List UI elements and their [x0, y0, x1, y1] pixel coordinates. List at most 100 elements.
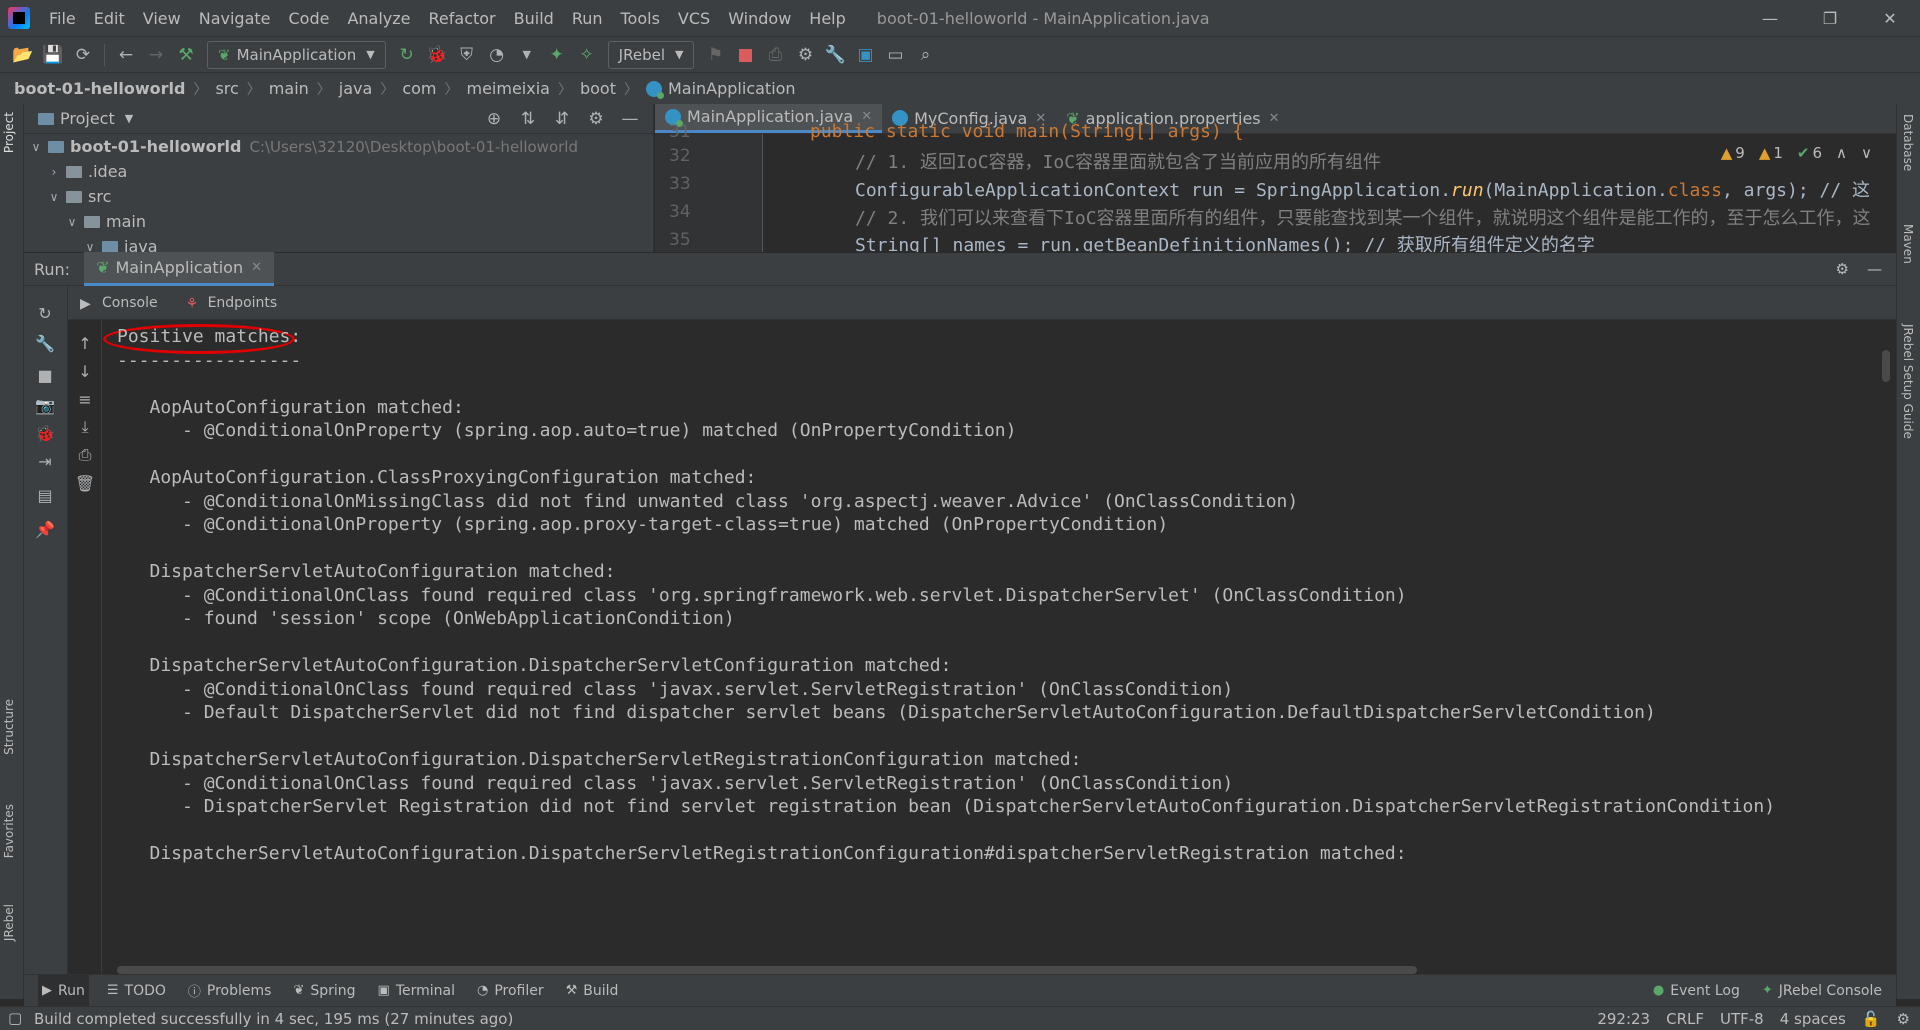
build-hammer-icon[interactable]: ⚒ [171, 40, 201, 70]
chevron-right-icon[interactable]: › [46, 165, 62, 179]
menu-file[interactable]: File [40, 0, 85, 36]
project-structure-icon[interactable]: ▣ [850, 40, 880, 70]
menu-vcs[interactable]: VCS [669, 0, 719, 36]
code-line-35[interactable]: String[] names = run.getBeanDefinitionNa… [855, 231, 1595, 252]
menu-navigate[interactable]: Navigate [190, 0, 280, 36]
event-log-button[interactable]: ● Event Log [1649, 975, 1744, 1007]
settings-wrench-icon[interactable]: 🔧 [820, 40, 850, 70]
exit-icon[interactable]: ⇥ [34, 450, 56, 472]
terminal-tool-button[interactable]: ▣ Terminal [374, 975, 459, 1007]
save-icon[interactable]: 💾 [38, 40, 68, 70]
indent-setting[interactable]: 4 spaces [1780, 1010, 1846, 1028]
breadcrumb-com[interactable]: com [402, 79, 436, 98]
project-panel-title[interactable]: Project [60, 109, 115, 128]
menu-window[interactable]: Window [719, 0, 800, 36]
jrebel-run-icon[interactable]: ✦ [542, 40, 572, 70]
close-window-button[interactable]: ✕ [1860, 0, 1920, 36]
breadcrumb-main[interactable]: main [269, 79, 309, 98]
menu-edit[interactable]: Edit [85, 0, 134, 36]
open-folder-icon[interactable]: 📂 [8, 40, 38, 70]
gear-icon[interactable]: ⚙ [1836, 260, 1849, 278]
run-tool-button[interactable]: ▶ Run [38, 974, 89, 1007]
inspection-widget[interactable]: ▲ 9 ▲ 1 ✔ 6 ∧ ∨ [1721, 144, 1872, 162]
print-icon[interactable]: ⎙ [74, 444, 96, 466]
tab-endpoints[interactable]: ⚘ Endpoints [186, 295, 278, 312]
chevron-down-icon[interactable]: ∨ [1861, 144, 1872, 162]
chevron-down-icon[interactable]: ∨ [46, 190, 62, 204]
back-arrow-icon[interactable]: ← [111, 40, 141, 70]
breadcrumb-boot[interactable]: boot [580, 79, 616, 98]
favorites-tool-button[interactable]: Favorites [2, 804, 16, 858]
line-separator[interactable]: CRLF [1666, 1010, 1704, 1028]
structure-tool-button[interactable]: Structure [2, 699, 16, 755]
forward-arrow-icon[interactable]: → [141, 40, 171, 70]
sync-icon[interactable]: ⟳ [68, 40, 98, 70]
spring-tool-button[interactable]: ❦ Spring [289, 975, 359, 1007]
tree-item-root[interactable]: ∨ boot-01-helloworld C:\Users\32120\Desk… [24, 134, 653, 159]
close-icon[interactable]: ✕ [251, 260, 262, 275]
stop-icon[interactable]: ■ [730, 40, 760, 70]
code-line-32[interactable]: // 1. 返回IoC容器，IoC容器里面就包含了当前应用的所有组件 [855, 148, 1381, 174]
camera-icon[interactable]: 📷 [34, 394, 56, 416]
debug-bug-icon[interactable]: 🐞 [422, 40, 452, 70]
terminal-window-icon[interactable]: ▭ [880, 40, 910, 70]
tab-console[interactable]: ▶ Console [80, 295, 158, 312]
build-tool-button[interactable]: ⚒ Build [562, 975, 623, 1007]
jrebel-update-icon[interactable]: ⚑ [700, 40, 730, 70]
stop-icon[interactable]: ■ [34, 364, 56, 386]
settings-wrench-icon[interactable]: 🔧 [34, 332, 56, 354]
horizontal-scrollbar[interactable] [117, 966, 1417, 974]
jrebel-select[interactable]: JRebel ▼ [607, 40, 695, 69]
file-encoding[interactable]: UTF-8 [1720, 1010, 1764, 1028]
toggle-tool-windows-icon[interactable]: ▢ [8, 1009, 22, 1027]
search-icon[interactable]: ⌕ [910, 40, 940, 70]
maven-tool-button[interactable]: Maven [1901, 224, 1915, 264]
soft-wrap-icon[interactable]: ≡ [74, 388, 96, 410]
menu-build[interactable]: Build [505, 0, 563, 36]
restore-button[interactable]: ❐ [1800, 0, 1860, 36]
minimize-button[interactable]: — [1740, 0, 1800, 36]
vertical-scrollbar[interactable] [1882, 350, 1890, 382]
attach-debugger-icon[interactable]: ⎙ [760, 40, 790, 70]
menu-refactor[interactable]: Refactor [420, 0, 505, 36]
database-tool-button[interactable]: Database [1901, 114, 1915, 171]
breadcrumb-src[interactable]: src [215, 79, 238, 98]
caret-position[interactable]: 292:23 [1597, 1010, 1650, 1028]
run-configuration-select[interactable]: ❦ MainApplication ▼ [207, 40, 386, 69]
code-line-33[interactable]: ConfigurableApplicationContext run = Spr… [855, 176, 1870, 202]
menu-analyze[interactable]: Analyze [338, 0, 419, 36]
code-line-34[interactable]: // 2. 我们可以来查看下IoC容器里面所有的组件，只要能查找到某一个组件，就… [855, 204, 1871, 230]
profiler-icon[interactable]: ◔ [482, 40, 512, 70]
menu-help[interactable]: Help [800, 0, 854, 36]
arrow-down-icon[interactable]: ↓ [74, 360, 96, 382]
jrebel-console-button[interactable]: ✦ JRebel Console [1758, 975, 1886, 1007]
close-icon[interactable]: ✕ [1269, 111, 1280, 126]
todo-tool-button[interactable]: ☰ TODO [103, 975, 170, 1007]
scroll-to-end-icon[interactable]: ⤓ [74, 416, 96, 438]
jrebel-tool-button[interactable]: JRebel [2, 904, 16, 941]
lock-icon[interactable]: 🔓 [1862, 1010, 1881, 1028]
breadcrumb-project[interactable]: boot-01-helloworld [14, 79, 185, 98]
chevron-down-icon[interactable]: ∨ [64, 215, 80, 229]
rerun-icon[interactable]: ↻ [34, 302, 56, 324]
chevron-down-icon[interactable]: ∨ [82, 240, 98, 253]
run-tab-mainapplication[interactable]: ❦ MainApplication ✕ [84, 252, 274, 286]
hide-panel-icon[interactable]: — [615, 104, 645, 134]
jrebel-debug-icon[interactable]: ✧ [572, 40, 602, 70]
arrow-up-icon[interactable]: ↑ [74, 332, 96, 354]
trash-icon[interactable]: 🗑 [74, 472, 96, 494]
chevron-up-icon[interactable]: ∧ [1836, 144, 1847, 162]
menu-run[interactable]: Run [563, 0, 612, 36]
chevron-down-icon[interactable]: ∨ [28, 140, 44, 154]
tree-item-src[interactable]: ∨ src [24, 184, 653, 209]
locate-target-icon[interactable]: ⊕ [479, 104, 509, 134]
breadcrumb-java[interactable]: java [339, 79, 373, 98]
collapse-all-icon[interactable]: ⇵ [547, 104, 577, 134]
jrebel-setup-guide-button[interactable]: JRebel Setup Guide [1901, 324, 1915, 439]
rerun-icon[interactable]: ↻ [392, 40, 422, 70]
expand-all-icon[interactable]: ⇅ [513, 104, 543, 134]
menu-code[interactable]: Code [280, 0, 339, 36]
bookmark-icon[interactable]: ⚙ [790, 40, 820, 70]
memory-icon[interactable]: ⚙ [1897, 1010, 1910, 1028]
project-tool-button[interactable]: Project [2, 112, 16, 153]
